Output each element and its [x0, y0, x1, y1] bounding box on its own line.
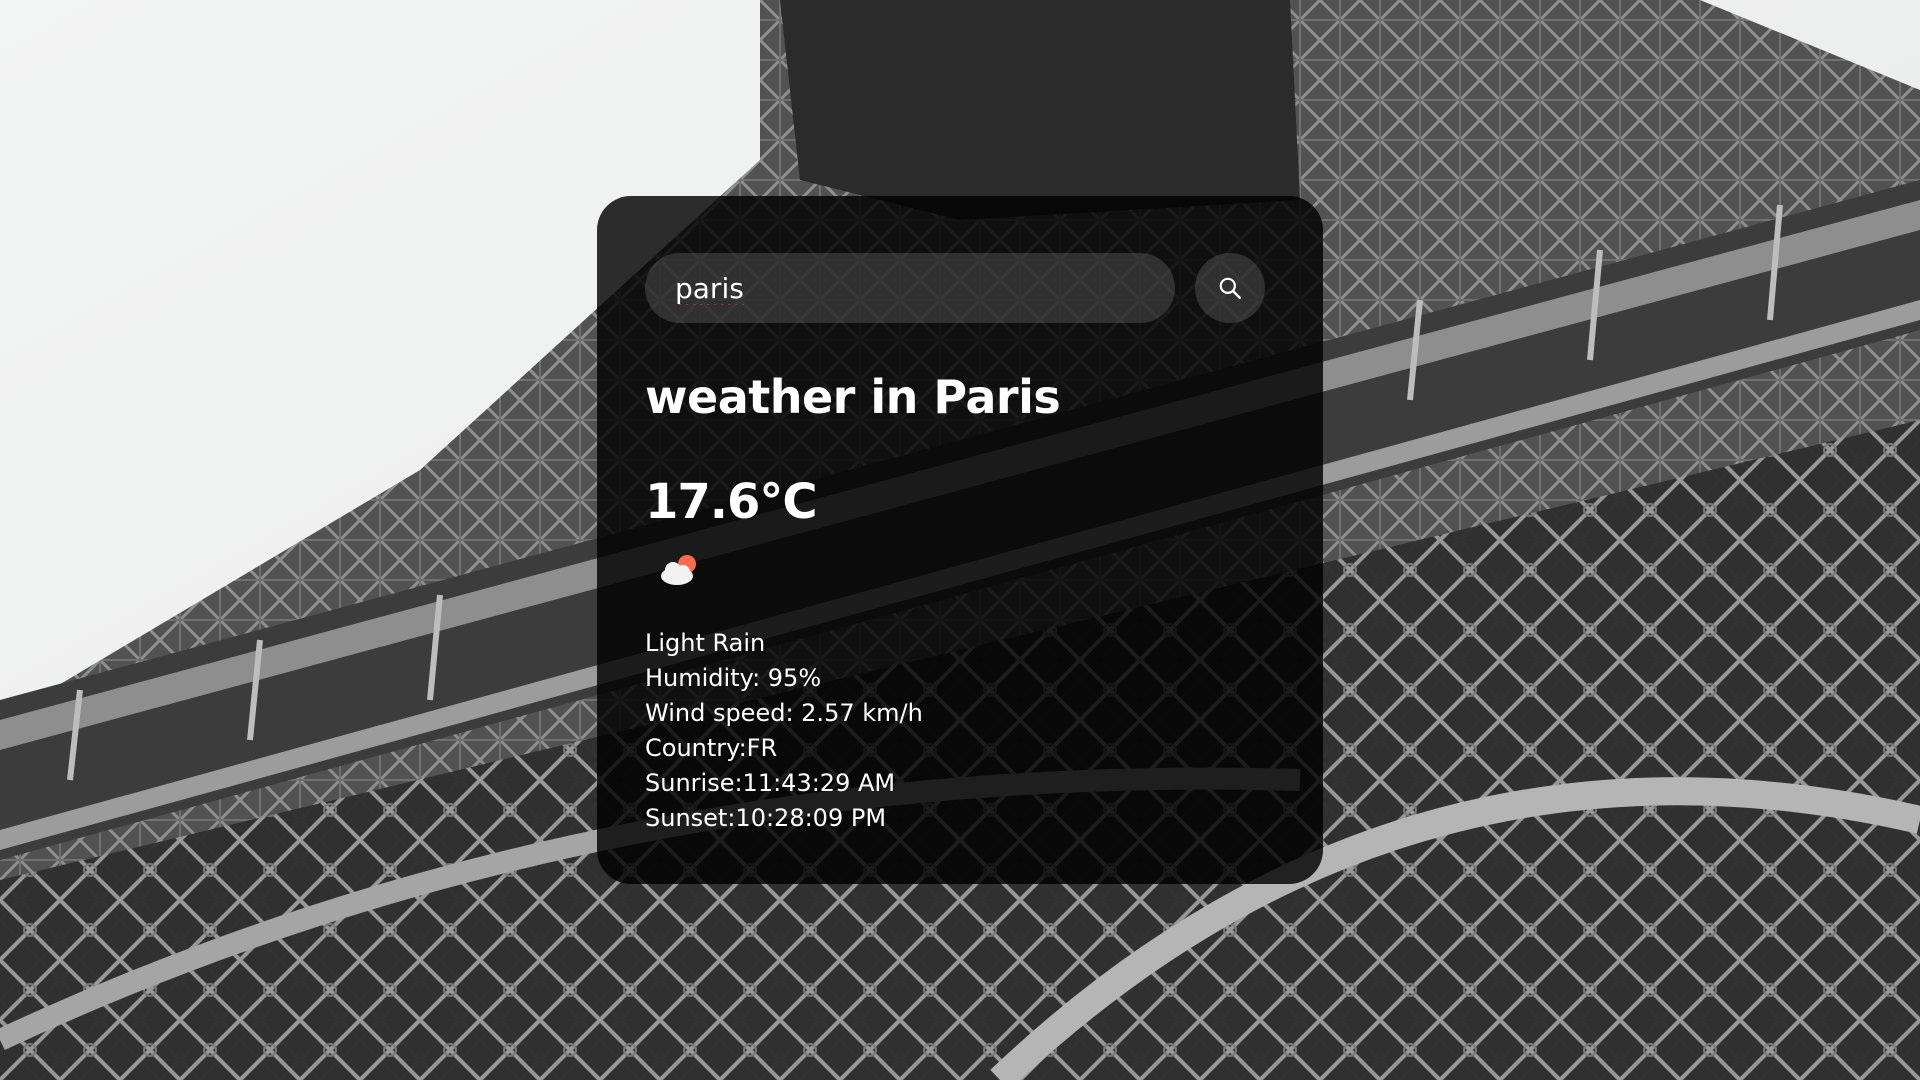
city-heading: weather in Paris	[645, 370, 1061, 424]
weather-details: Light Rain Humidity: 95% Wind speed: 2.5…	[645, 626, 923, 836]
sunrise: Sunrise:11:43:29 AM	[645, 769, 896, 797]
temperature: 17.6°C	[645, 474, 818, 530]
cloud-sun-rain-icon	[661, 555, 696, 585]
search-bar	[645, 253, 1266, 323]
search-button[interactable]	[1195, 253, 1265, 323]
wind-speed: Wind speed: 2.57 km/h	[645, 699, 923, 727]
country: Country:FR	[645, 734, 778, 762]
humidity: Humidity: 95%	[645, 664, 822, 692]
search-icon	[1219, 277, 1241, 299]
sunset: Sunset:10:28:09 PM	[645, 804, 887, 832]
search-input[interactable]	[645, 253, 1175, 323]
weather-card: weather in Paris 17.6°C Light Rain Humid…	[597, 196, 1323, 884]
weather-description: Light Rain	[645, 629, 766, 657]
